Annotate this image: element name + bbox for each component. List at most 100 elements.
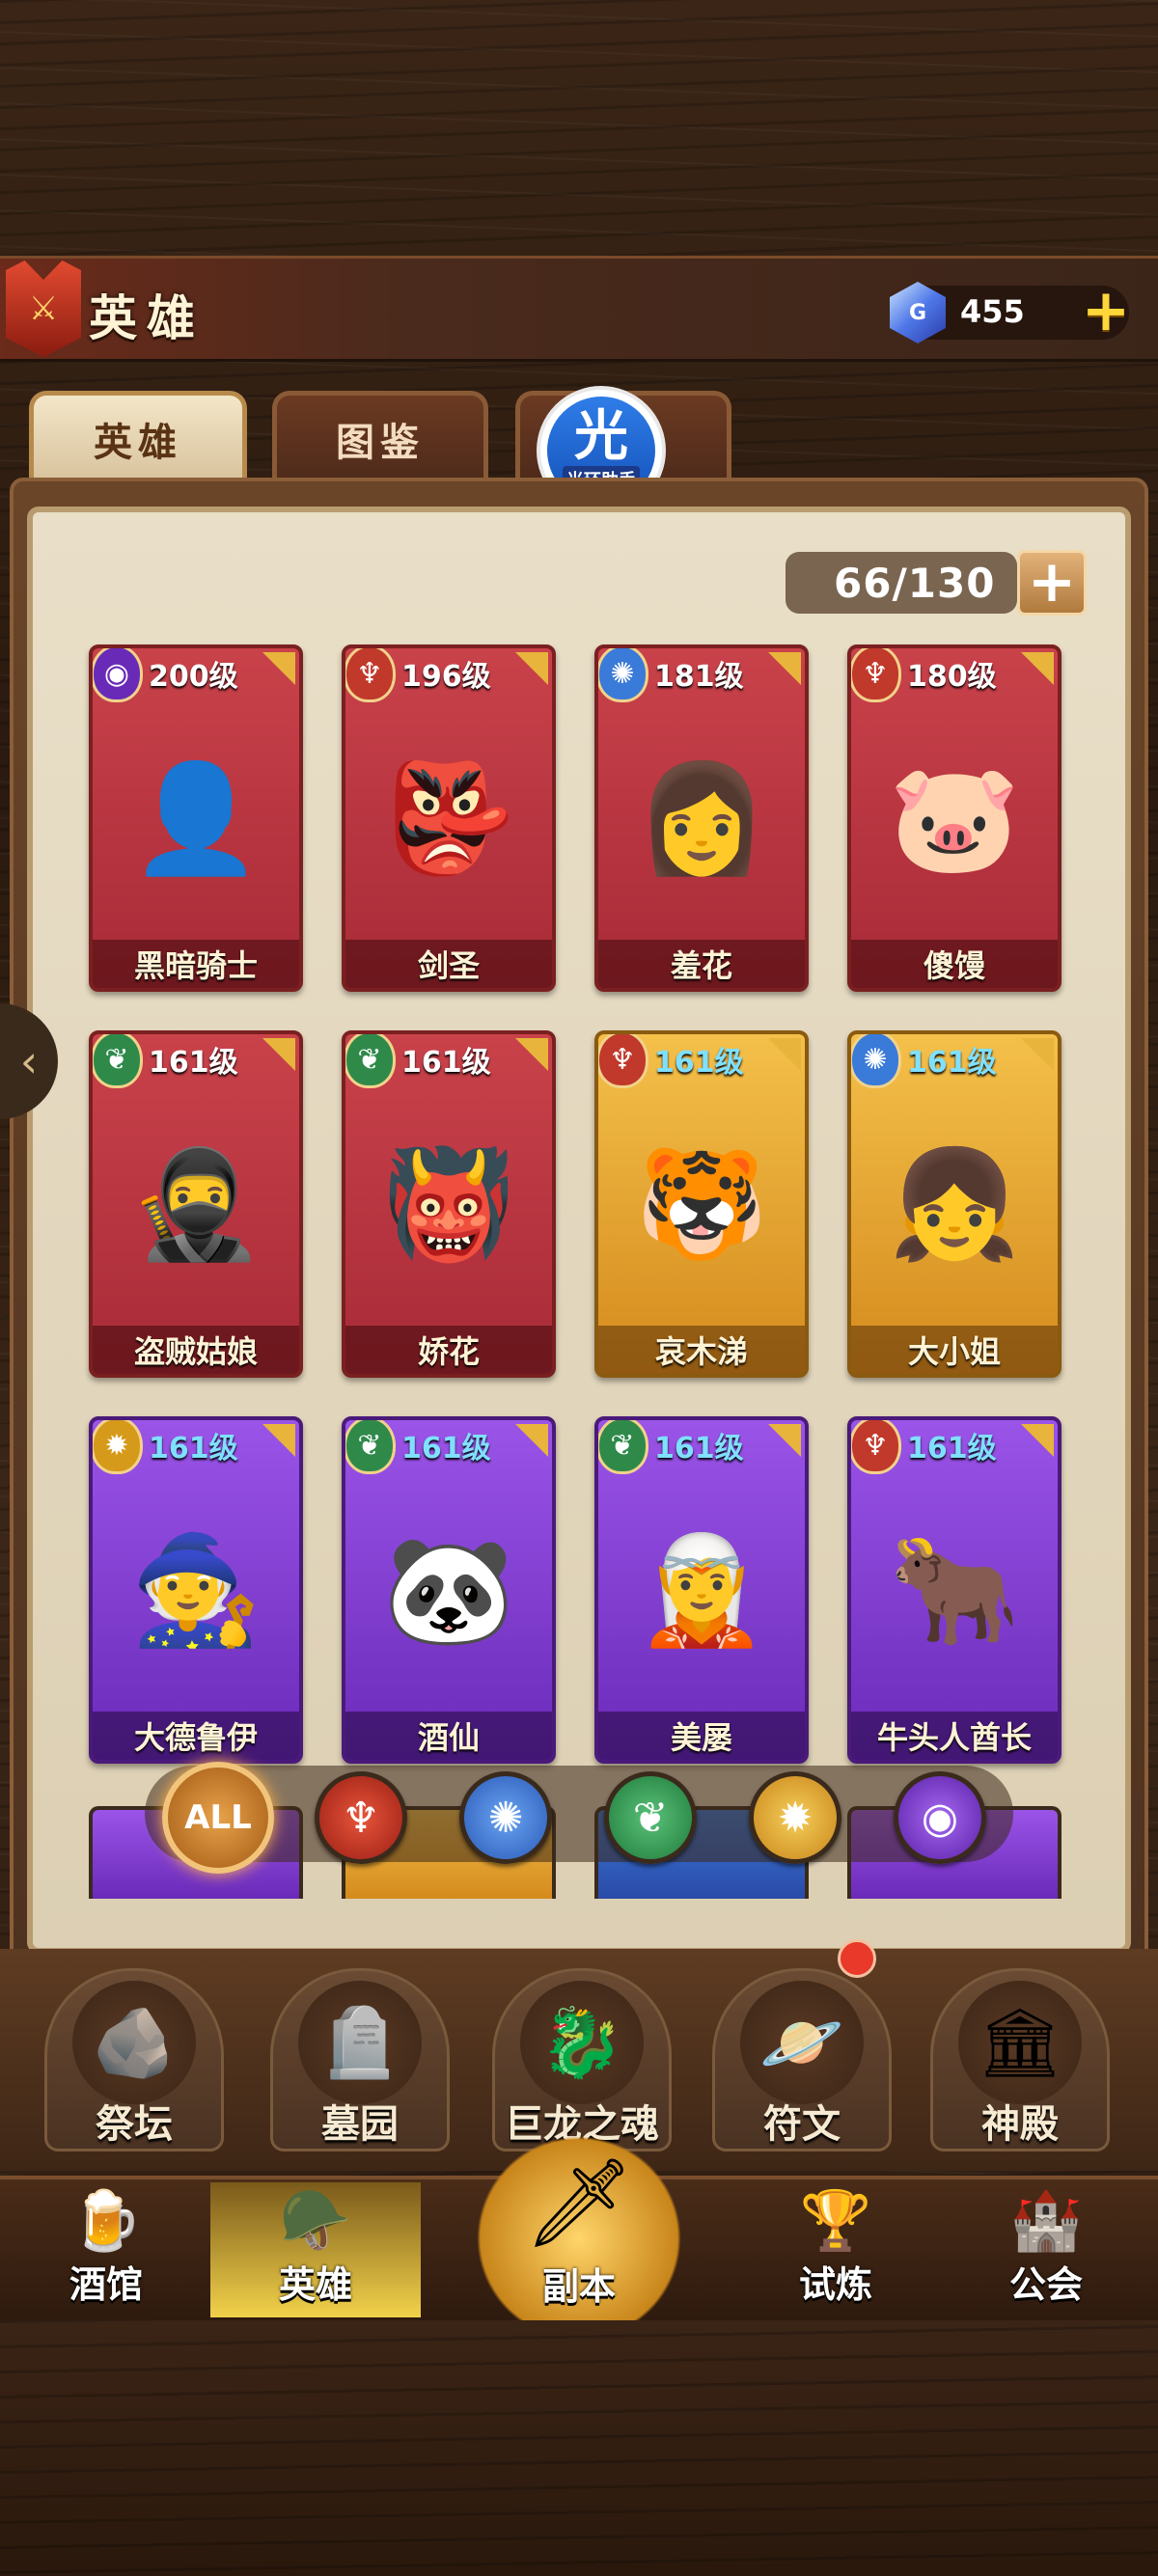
hero-name: 哀木涕 [598, 1326, 805, 1374]
nature-faction-icon[interactable]: ❦ [604, 1771, 697, 1864]
hero-level: 200级 [149, 660, 238, 694]
hero-level: 161级 [907, 1432, 997, 1466]
nav-label: 试炼 [798, 2263, 872, 2306]
frost-faction-icon: ✺ [851, 1034, 901, 1088]
frost-faction-icon: ✺ [598, 648, 648, 702]
nav-guild[interactable]: 🏰 公会 [950, 2182, 1143, 2317]
hero-card[interactable]: ✺ 181级 👩 羞花 [594, 644, 809, 992]
hero-portrait: 👤 [129, 755, 262, 880]
hero-card[interactable]: ♆ 180级 🐷 傻馒 [847, 644, 1062, 992]
nature-faction-icon: ❦ [345, 1034, 396, 1088]
fire-faction-icon: ♆ [851, 1420, 901, 1474]
nav-dungeon[interactable]: 🗡 副本 [454, 2132, 704, 2325]
hero-card[interactable]: ❦ 161级 🥷 盗贼姑娘 [89, 1030, 303, 1378]
rarity-corner-icon [515, 652, 548, 685]
nav-label: 酒馆 [69, 2263, 143, 2306]
gem-count: 455 [960, 293, 1025, 330]
trophy-icon: 🏆 [799, 2187, 872, 2255]
helper-char: 光 [574, 405, 628, 468]
rarity-corner-icon [1021, 652, 1054, 685]
hero-level: 161级 [654, 1046, 744, 1080]
menu-label: 神殿 [981, 2102, 1059, 2147]
hero-level: 161级 [401, 1046, 491, 1080]
void-faction-icon: ◉ [93, 648, 143, 702]
altar-button[interactable]: 🪨 祭坛 [44, 1968, 224, 2151]
faction-filter-bar [145, 1766, 1013, 1862]
nav-tavern[interactable]: 🍺 酒馆 [10, 2182, 203, 2317]
menu-label: 墓园 [321, 2102, 399, 2147]
hero-name: 盗贼姑娘 [93, 1326, 299, 1374]
hero-level: 180级 [907, 660, 997, 694]
hero-card[interactable]: ♆ 161级 🐂 牛头人酋长 [847, 1416, 1062, 1764]
hero-name: 娇花 [345, 1326, 552, 1374]
hero-level: 161级 [654, 1432, 744, 1466]
hero-card[interactable]: ✺ 161级 👧 大小姐 [847, 1030, 1062, 1378]
hero-level: 161级 [149, 1046, 238, 1080]
nav-label: 英雄 [278, 2263, 352, 2306]
expand-slots-button[interactable]: + [1017, 550, 1087, 616]
hero-portrait: 🐯 [635, 1141, 768, 1266]
add-gems-button[interactable]: + [1079, 282, 1133, 340]
rarity-corner-icon [262, 1038, 295, 1071]
hero-portrait: 🐼 [382, 1527, 515, 1652]
tavern-icon: 🍺 [69, 2187, 143, 2255]
rarity-corner-icon [768, 1424, 801, 1457]
rarity-corner-icon [262, 652, 295, 685]
altar-icon: 🪨 [72, 1981, 196, 2104]
dragon-soul-button[interactable]: 🐉 巨龙之魂 [492, 1968, 672, 2151]
hero-card[interactable]: ❦ 161级 🧝 美屡 [594, 1416, 809, 1764]
rarity-corner-icon [768, 1038, 801, 1071]
rarity-corner-icon [1021, 1038, 1054, 1071]
nav-trials[interactable]: 🏆 试炼 [739, 2182, 932, 2317]
light-faction-icon: ✹ [93, 1420, 143, 1474]
hero-portrait: 👧 [888, 1141, 1021, 1266]
light-faction-icon[interactable]: ✹ [749, 1771, 841, 1864]
hero-name: 大德鲁伊 [93, 1712, 299, 1760]
fire-faction-icon: ♆ [851, 648, 901, 702]
hero-count: 66/130 [786, 552, 1017, 614]
hero-card[interactable]: ◉ 200级 👤 黑暗骑士 [89, 644, 303, 992]
tab-heroes[interactable]: 英雄 [29, 391, 247, 482]
rarity-corner-icon [768, 652, 801, 685]
hero-portrait: 🧝 [635, 1527, 768, 1652]
fire-faction-icon[interactable]: ♆ [315, 1771, 407, 1864]
hero-level: 161级 [907, 1046, 997, 1080]
hero-portrait: 👹 [382, 1141, 515, 1266]
hero-portrait: 👺 [382, 755, 515, 880]
tab-codex[interactable]: 图鉴 [272, 391, 488, 482]
rarity-corner-icon [262, 1424, 295, 1457]
temple-button[interactable]: 🏛 神殿 [930, 1968, 1110, 2151]
hero-card[interactable]: ✹ 161级 🧙 大德鲁伊 [89, 1416, 303, 1764]
temple-icon: 🏛 [958, 1981, 1082, 2104]
sword-shield-icon: 🗡 [523, 2152, 635, 2254]
hero-name: 酒仙 [345, 1712, 552, 1760]
hero-card[interactable]: ❦ 161级 👹 娇花 [342, 1030, 556, 1378]
void-faction-icon[interactable]: ◉ [894, 1771, 986, 1864]
rune-icon: 🪐 [740, 1981, 864, 2104]
hero-name: 美屡 [598, 1712, 805, 1760]
hero-name: 黑暗骑士 [93, 940, 299, 988]
hero-card[interactable]: ♆ 196级 👺 剑圣 [342, 644, 556, 992]
hero-name: 傻馒 [851, 940, 1058, 988]
frost-faction-icon[interactable]: ✺ [459, 1771, 552, 1864]
rune-button[interactable]: 🪐 符文 [712, 1968, 892, 2151]
castle-icon: 🏰 [1009, 2187, 1083, 2255]
fire-faction-icon: ♆ [598, 1034, 648, 1088]
hero-portrait: 🧙 [129, 1527, 262, 1652]
notification-dot [838, 1939, 876, 1978]
hero-card[interactable]: ♆ 161级 🐯 哀木涕 [594, 1030, 809, 1378]
hero-level: 161级 [149, 1432, 238, 1466]
hero-name: 羞花 [598, 940, 805, 988]
graveyard-button[interactable]: 🪦 墓园 [270, 1968, 450, 2151]
hero-level: 181级 [654, 660, 744, 694]
page-title: 英雄 [89, 290, 205, 346]
nature-faction-icon: ❦ [598, 1420, 648, 1474]
nav-heroes[interactable]: 🪖 英雄 [210, 2182, 421, 2317]
hero-portrait: 🐷 [888, 755, 1021, 880]
hero-name: 牛头人酋长 [851, 1712, 1058, 1760]
dragon-soul-icon: 🐉 [520, 1981, 644, 2104]
hero-card[interactable]: ❦ 161级 🐼 酒仙 [342, 1416, 556, 1764]
hero-portrait: 🐂 [888, 1527, 1021, 1652]
filter-all-button[interactable]: ALL [162, 1762, 274, 1874]
hero-portrait: 🥷 [129, 1141, 262, 1266]
